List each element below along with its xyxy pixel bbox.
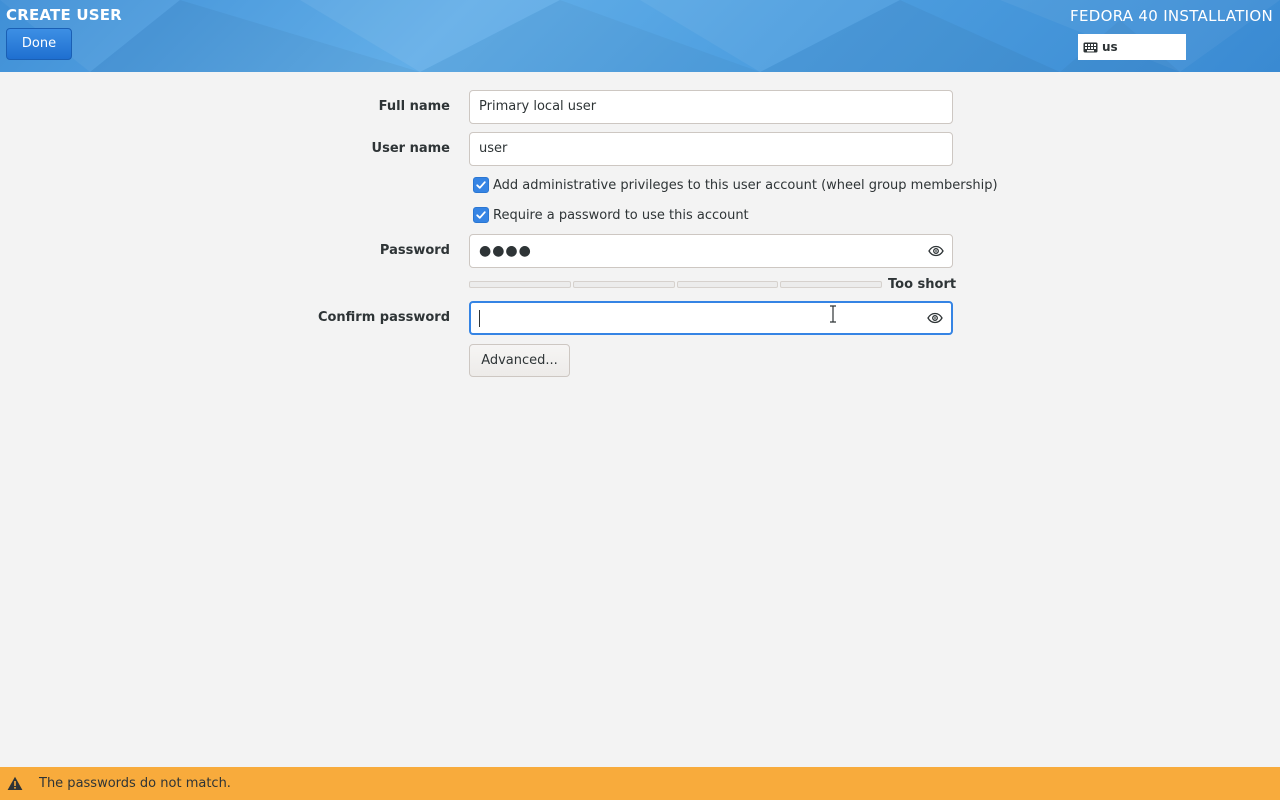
warning-icon [7, 776, 23, 790]
checkmark-icon [476, 211, 486, 219]
password-strength-meter [469, 281, 882, 288]
password-label: Password [379, 243, 450, 258]
strength-segment [572, 281, 675, 288]
confirm-password-field[interactable] [469, 301, 953, 335]
keyboard-layout-indicator[interactable]: us [1078, 34, 1186, 60]
eye-icon[interactable] [927, 310, 943, 326]
keyboard-layout-label: us [1102, 40, 1118, 54]
status-message: The passwords do not match. [39, 776, 231, 791]
keyboard-icon [1083, 42, 1098, 52]
advanced-button[interactable]: Advanced... [469, 344, 570, 377]
admin-privileges-label: Add administrative privileges to this us… [493, 177, 998, 193]
fullname-value: Primary local user [479, 99, 597, 114]
fullname-field[interactable]: Primary local user [469, 90, 953, 124]
done-button[interactable]: Done [6, 28, 72, 60]
require-password-label: Require a password to use this account [493, 207, 749, 223]
admin-privileges-checkbox[interactable] [473, 177, 489, 193]
strength-segment [780, 281, 882, 288]
admin-privileges-checkbox-row[interactable]: Add administrative privileges to this us… [473, 177, 998, 193]
strength-segment [676, 281, 779, 288]
warning-status-bar[interactable]: The passwords do not match. [0, 767, 1280, 800]
header-bar: CREATE USER Done FEDORA 40 INSTALLATION … [0, 0, 1280, 72]
username-value: user [479, 141, 508, 156]
require-password-checkbox[interactable] [473, 207, 489, 223]
text-cursor-icon [830, 305, 836, 323]
password-value: ●●●● [479, 243, 532, 259]
eye-icon[interactable] [928, 243, 944, 259]
warning-icon-wrap [7, 776, 23, 791]
page-title: CREATE USER [6, 6, 122, 24]
password-field[interactable]: ●●●● [469, 234, 953, 268]
username-label: User name [371, 141, 450, 156]
fullname-label: Full name [378, 99, 450, 114]
confirm-password-label: Confirm password [317, 310, 450, 325]
require-password-checkbox-row[interactable]: Require a password to use this account [473, 207, 749, 223]
checkmark-icon [476, 181, 486, 189]
text-caret [479, 310, 480, 327]
username-field[interactable]: user [469, 132, 953, 166]
password-strength-label: Too short [888, 277, 957, 292]
strength-segment [469, 281, 571, 288]
product-title: FEDORA 40 INSTALLATION [1070, 7, 1273, 25]
